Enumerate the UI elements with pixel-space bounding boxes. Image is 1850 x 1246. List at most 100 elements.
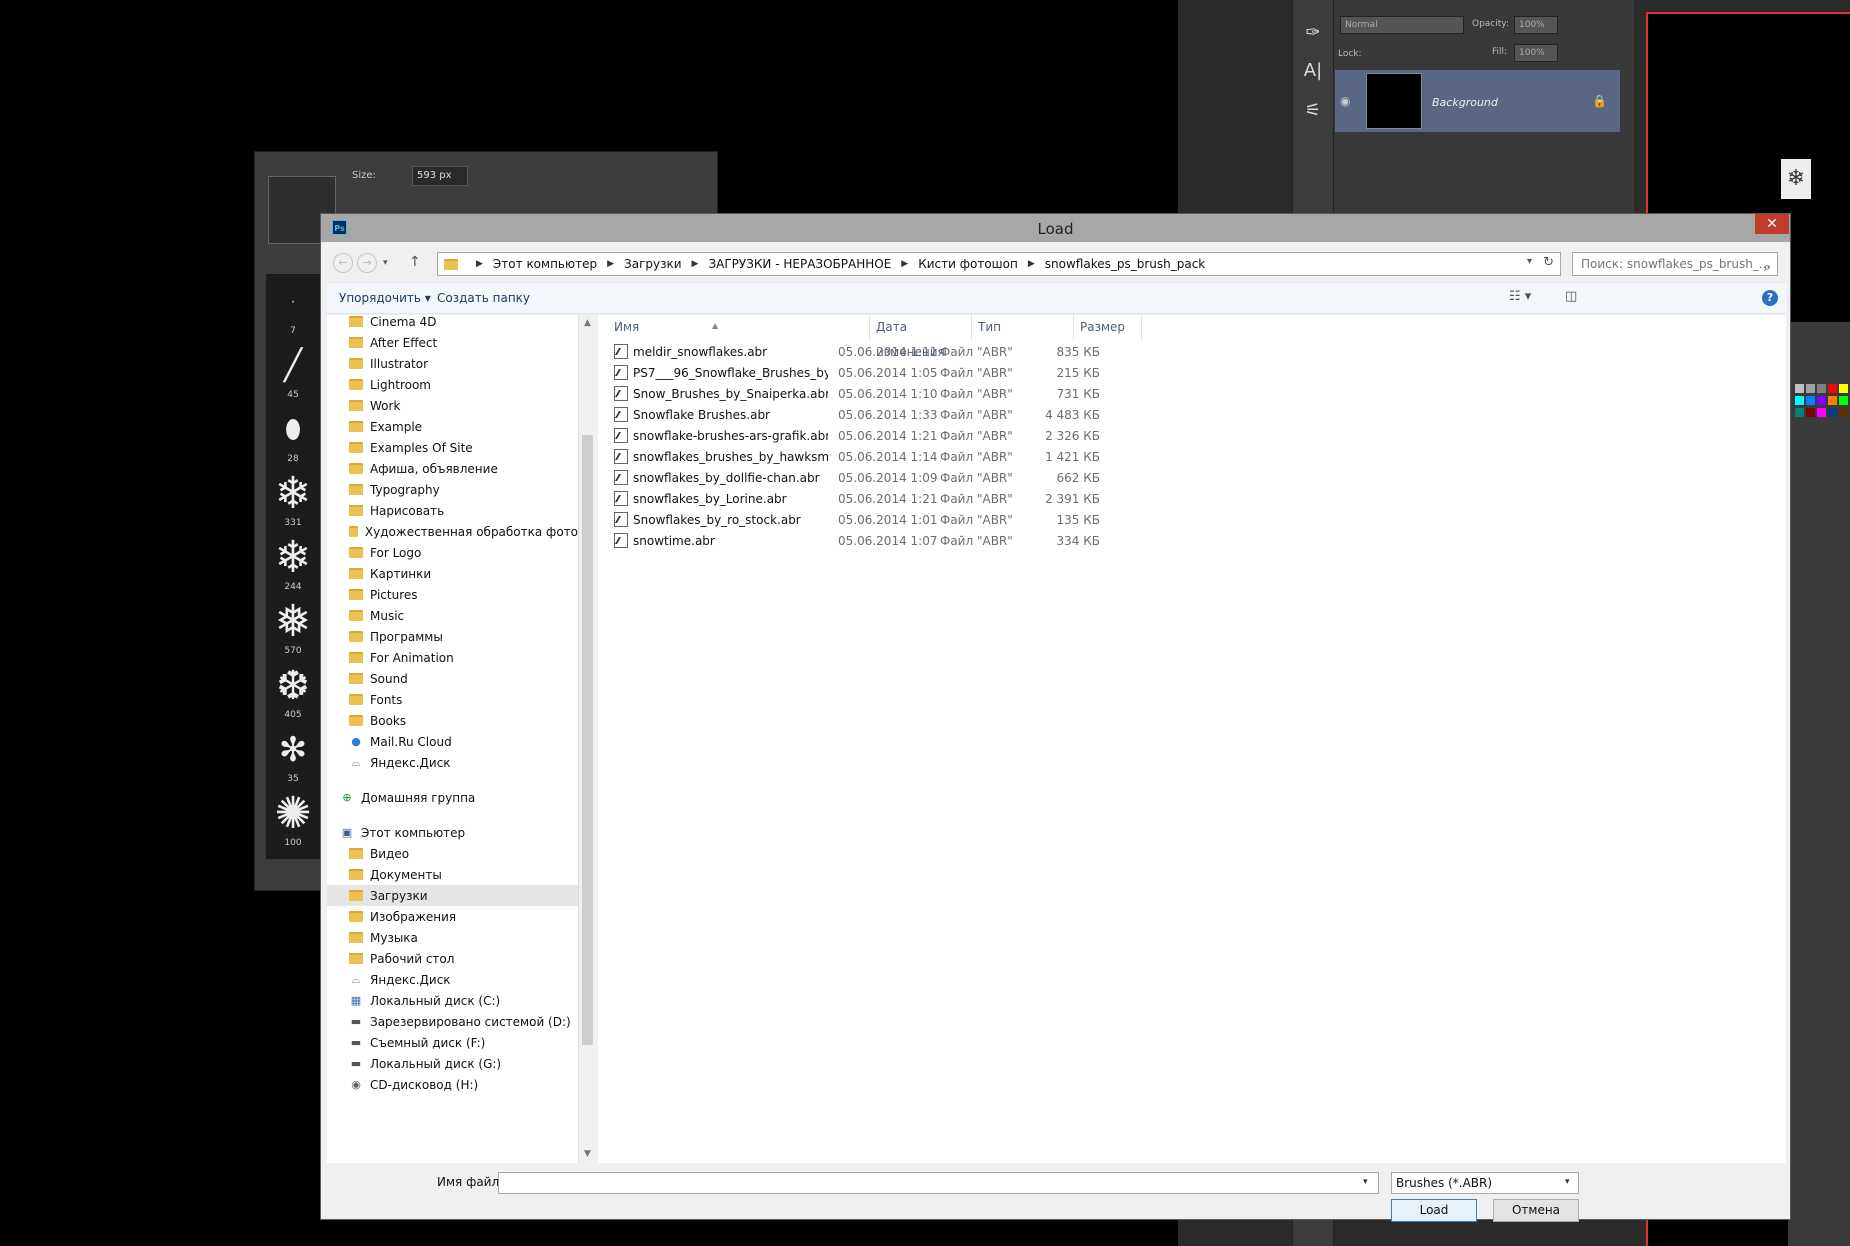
- nav-item[interactable]: Изображения: [327, 906, 578, 927]
- nav-item[interactable]: Sound: [327, 668, 578, 689]
- size-input[interactable]: 593 px: [412, 166, 468, 186]
- color-swatch[interactable]: [1795, 384, 1804, 393]
- back-button[interactable]: ←: [333, 253, 353, 273]
- nav-item[interactable]: Example: [327, 416, 578, 437]
- nav-item[interactable]: Видео: [327, 843, 578, 864]
- nav-item[interactable]: Examples Of Site: [327, 437, 578, 458]
- color-swatch[interactable]: [1806, 396, 1815, 405]
- color-swatch[interactable]: [1828, 384, 1837, 393]
- file-row[interactable]: Snowflake Brushes.abr 05.06.2014 1:33 Файл…: [598, 405, 1118, 426]
- breadcrumb-item[interactable]: Кисти фотошоп: [918, 257, 1018, 271]
- nav-item[interactable]: Нарисовать: [327, 500, 578, 521]
- opacity-field[interactable]: 100%: [1514, 16, 1558, 34]
- column-header-type[interactable]: Тип: [972, 315, 1074, 340]
- up-button[interactable]: ↑: [409, 254, 421, 270]
- cancel-button[interactable]: Отмена: [1493, 1199, 1579, 1222]
- nav-item[interactable]: Документы: [327, 864, 578, 885]
- color-swatch[interactable]: [1817, 408, 1826, 417]
- file-row[interactable]: meldir_snowflakes.abr 05.06.2014 1:11 Файл…: [598, 342, 1118, 363]
- breadcrumb-item[interactable]: ЗАГРУЗКИ - НЕРАЗОБРАННОЕ: [708, 257, 891, 271]
- nav-item[interactable]: ▣ Этот компьютер: [327, 822, 578, 843]
- refresh-icon[interactable]: ↻: [1543, 255, 1554, 270]
- scroll-thumb[interactable]: [582, 435, 593, 1045]
- file-row[interactable]: snowflakes_brushes_by_hawksmont.abr 05.06…: [598, 447, 1118, 468]
- filetype-select[interactable]: Brushes (*.ABR): [1391, 1172, 1579, 1194]
- color-swatch[interactable]: [1795, 408, 1804, 417]
- nav-item[interactable]: Work: [327, 395, 578, 416]
- brush-preset[interactable]: ╱ 45: [266, 342, 320, 400]
- file-row[interactable]: snowtime.abr 05.06.2014 1:07 Файл "ABR" 334…: [598, 531, 1118, 552]
- eye-icon[interactable]: ◉: [1340, 94, 1350, 108]
- color-swatch[interactable]: [1839, 396, 1848, 405]
- scroll-up-icon[interactable]: ▲: [579, 315, 596, 332]
- nav-item[interactable]: Художественная обработка фото: [327, 521, 578, 542]
- file-row[interactable]: snowflakes_by_Lorine.abr 05.06.2014 1:21 Ф…: [598, 489, 1118, 510]
- nav-item[interactable]: ⌓ Яндекс.Диск: [327, 752, 578, 773]
- chevron-down-icon[interactable]: ▾: [1527, 256, 1532, 267]
- nav-item[interactable]: Illustrator: [327, 353, 578, 374]
- nav-item[interactable]: ▦ Локальный диск (C:): [327, 990, 578, 1011]
- forward-button[interactable]: →: [357, 253, 377, 273]
- file-row[interactable]: snowflake-brushes-ars-grafik.abr 05.06.20…: [598, 426, 1118, 447]
- brush-preset[interactable]: ❆ 405: [266, 662, 320, 720]
- brush-preset[interactable]: ✻ 35: [266, 726, 320, 784]
- brush-preset[interactable]: ⬮ 28: [266, 406, 320, 464]
- color-swatch[interactable]: [1817, 396, 1826, 405]
- brush-preset[interactable]: ✺ 100: [266, 790, 320, 849]
- color-swatch[interactable]: [1817, 384, 1826, 393]
- nav-item[interactable]: Афиша, объявление: [327, 458, 578, 479]
- color-swatch[interactable]: [1839, 384, 1848, 393]
- nav-item[interactable]: ⊕ Домашняя группа: [327, 787, 578, 808]
- color-swatch[interactable]: [1806, 384, 1815, 393]
- nav-item[interactable]: Картинки: [327, 563, 578, 584]
- nav-item[interactable]: Программы: [327, 626, 578, 647]
- nav-item[interactable]: Music: [327, 605, 578, 626]
- column-header-date[interactable]: Дата изменения: [870, 315, 972, 359]
- color-swatch[interactable]: [1806, 408, 1815, 417]
- brush-preset[interactable]: · 7: [266, 278, 320, 336]
- brush-tool-icon[interactable]: ✑: [1300, 20, 1326, 46]
- new-folder-button[interactable]: Создать папку: [437, 291, 530, 305]
- chevron-down-icon[interactable]: ▾: [1363, 1177, 1368, 1187]
- nav-item[interactable]: ◉ CD-дисковод (H:): [327, 1074, 578, 1095]
- nav-item[interactable]: ● Mail.Ru Cloud: [327, 731, 578, 752]
- text-tool-icon[interactable]: A|: [1300, 58, 1326, 84]
- breadcrumb-item[interactable]: Этот компьютер: [493, 257, 597, 271]
- nav-item[interactable]: For Logo: [327, 542, 578, 563]
- dialog-titlebar[interactable]: Ps Load ✕: [321, 214, 1790, 242]
- brush-preset[interactable]: ❅ 570: [266, 598, 320, 657]
- file-row[interactable]: Snow_Brushes_by_Snaiperka.abr 05.06.2014 …: [598, 384, 1118, 405]
- nav-item[interactable]: ▬ Зарезервировано системой (D:): [327, 1011, 578, 1032]
- nav-item[interactable]: ▬ Локальный диск (G:): [327, 1053, 578, 1074]
- file-row[interactable]: Snowflakes_by_ro_stock.abr 05.06.2014 1:0…: [598, 510, 1118, 531]
- adjust-tool-icon[interactable]: ⚟: [1300, 98, 1326, 124]
- nav-item[interactable]: For Animation: [327, 647, 578, 668]
- organize-button[interactable]: Упорядочить ▾: [339, 291, 431, 305]
- column-header-size[interactable]: Размер: [1074, 315, 1142, 340]
- nav-item[interactable]: Загрузки: [327, 885, 578, 906]
- nav-item[interactable]: Cinema 4D: [327, 315, 578, 332]
- brush-preset[interactable]: ❄ 244: [266, 534, 320, 593]
- nav-item[interactable]: Books: [327, 710, 578, 731]
- brush-preset[interactable]: ❄ 331: [266, 470, 320, 529]
- nav-scrollbar[interactable]: ▲ ▼: [578, 315, 595, 1163]
- nav-item[interactable]: ▬ Съемный диск (F:): [327, 1032, 578, 1053]
- breadcrumb-item[interactable]: snowflakes_ps_brush_pack: [1045, 257, 1205, 271]
- nav-item[interactable]: Lightroom: [327, 374, 578, 395]
- nav-item[interactable]: ⌓ Яндекс.Диск: [327, 969, 578, 990]
- search-input[interactable]: Поиск: snowflakes_ps_brush_... ⌕: [1572, 252, 1778, 276]
- recent-locations-icon[interactable]: ▾: [383, 258, 388, 268]
- close-button[interactable]: ✕: [1755, 214, 1789, 234]
- fill-field[interactable]: 100%: [1514, 44, 1558, 62]
- address-bar[interactable]: ▶ Этот компьютер ▶ Загрузки ▶ ЗАГРУЗКИ -…: [437, 252, 1561, 276]
- color-swatch[interactable]: [1828, 396, 1837, 405]
- view-options-icon[interactable]: ☷ ▾: [1509, 289, 1531, 304]
- breadcrumb-item[interactable]: Загрузки: [624, 257, 682, 271]
- load-button[interactable]: Load: [1391, 1199, 1477, 1222]
- color-swatch[interactable]: [1839, 408, 1848, 417]
- preview-pane-icon[interactable]: ◫: [1565, 289, 1577, 304]
- nav-item[interactable]: Музыка: [327, 927, 578, 948]
- color-swatch[interactable]: [1828, 408, 1837, 417]
- blend-mode-select[interactable]: Normal: [1340, 16, 1464, 34]
- nav-item[interactable]: After Effect: [327, 332, 578, 353]
